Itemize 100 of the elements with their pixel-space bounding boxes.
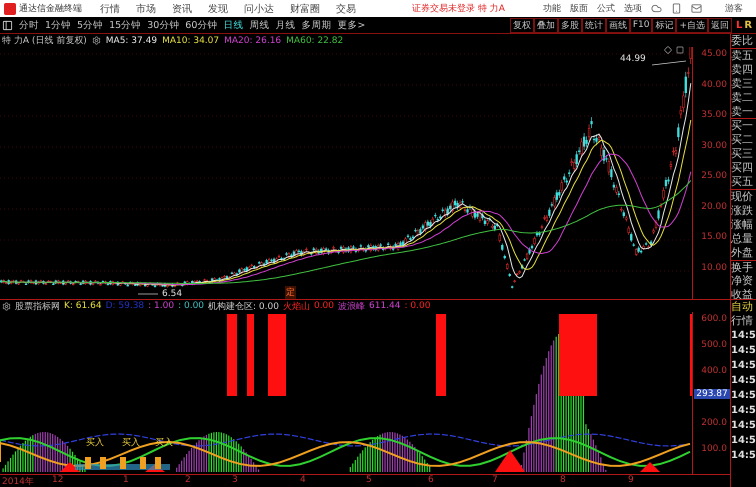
quote-label: 卖五 — [731, 48, 754, 63]
trade-time: 14:5 — [731, 389, 756, 403]
tool-button[interactable]: 叠加 — [534, 18, 558, 32]
indicator-value: : 0.00 — [178, 301, 204, 311]
trade-time: 14:5 — [731, 434, 756, 448]
quote-label: 总量 — [731, 232, 754, 246]
date-label: 8 — [560, 475, 566, 485]
tool-button[interactable]: +自选 — [676, 18, 708, 32]
menu-item[interactable]: 发现 — [208, 2, 228, 16]
trade-time: 14:5 — [731, 344, 756, 358]
tool-button[interactable]: 统计 — [582, 18, 606, 32]
quote-label: 现价 — [731, 190, 754, 204]
trade-time: 14:5 — [731, 359, 756, 373]
quote-label: 委比 — [731, 34, 756, 49]
event-marker[interactable]: 定 — [285, 286, 296, 299]
trade-time: 14:5 — [731, 449, 756, 463]
price-tick: 45.00 — [701, 49, 727, 59]
tool-button[interactable]: 返回 — [708, 18, 732, 32]
ma-value: MA60: 22.82 — [286, 36, 344, 46]
ma-value: MA5: 37.49 — [106, 36, 158, 46]
trade-time: 14:5 — [731, 329, 756, 343]
tool-button[interactable]: 多股 — [558, 18, 582, 32]
date-label: 7 — [492, 475, 498, 485]
indicator-name: 股票指标网 — [15, 300, 60, 312]
app-name: 通达信金融终端 — [19, 2, 82, 15]
date-label: 2014年 — [2, 476, 34, 487]
menu-item[interactable]: 市场 — [136, 2, 156, 16]
quote-label: 涨跌 — [731, 204, 754, 218]
date-label: 5 — [366, 475, 372, 485]
price-tick: 25.00 — [701, 171, 727, 182]
menu-item[interactable]: 财富圈 — [290, 2, 320, 16]
tool-button[interactable]: F10 — [630, 18, 652, 32]
price-tick: 30.00 — [701, 140, 727, 151]
period-tab[interactable]: 15分钟 — [109, 18, 142, 32]
quote-label: 涨幅 — [731, 218, 754, 232]
date-label: 3 — [232, 475, 238, 485]
period-tab[interactable]: 月线 — [275, 18, 296, 32]
date-label: 9 — [628, 475, 634, 485]
ma-value: MA20: 26.16 — [224, 36, 282, 46]
trade-time: 14:5 — [731, 419, 756, 433]
indicator-tick: 100.0 — [701, 444, 727, 454]
price-tick: 40.00 — [701, 80, 727, 90]
indicator-tick: 200.0 — [701, 418, 727, 428]
period-tab[interactable]: 5分钟 — [77, 18, 104, 32]
tool-button[interactable]: 标记 — [652, 18, 676, 32]
quote-label: 买三 — [731, 147, 754, 162]
mode-label[interactable]: 自动 — [731, 300, 756, 314]
price-tick: 15.00 — [701, 232, 727, 242]
date-label: 6 — [428, 475, 434, 485]
date-label: 4 — [300, 475, 306, 485]
menu-item[interactable]: 资讯 — [172, 2, 192, 16]
menu-item[interactable]: 问小达 — [244, 2, 274, 16]
quote-label: 买二 — [731, 133, 754, 148]
period-tab[interactable]: 更多> — [337, 18, 366, 32]
period-tab[interactable]: 60分钟 — [185, 18, 218, 32]
indicator-value: 火焰山 — [282, 300, 310, 312]
current-value-badge: 293.87 — [694, 389, 730, 399]
period-tab[interactable]: 多周期 — [301, 18, 332, 32]
high-price-label: 44.99 — [620, 54, 646, 64]
level-badge-letter: R — [744, 20, 752, 30]
period-tab[interactable]: 日线 — [223, 18, 244, 32]
indicator-value: K: 61.64 — [64, 301, 102, 311]
buy-signal-label: 买入 — [155, 436, 173, 449]
indicator-value: 0.00 — [314, 301, 334, 311]
level-badge-letter: L — [736, 20, 742, 30]
period-tab[interactable]: 30分钟 — [147, 18, 180, 32]
indicator-value: D: 59.38 — [106, 301, 144, 311]
indicator-tick: 400.0 — [701, 366, 727, 376]
price-tick: 20.00 — [701, 202, 727, 212]
period-tab[interactable]: 周线 — [249, 18, 270, 32]
quote-label: 收益 — [731, 288, 754, 302]
indicator-value: : 1.00 — [148, 301, 174, 311]
date-label: 1 — [123, 475, 129, 485]
indicator-value: : 0.00 — [404, 301, 430, 311]
price-tick: 10.00 — [701, 263, 727, 273]
menu-item[interactable]: 版面 — [570, 2, 588, 15]
user-name[interactable]: 游客 — [724, 2, 743, 15]
trade-time: 14:5 — [731, 404, 756, 418]
period-tab[interactable]: 1分钟 — [45, 18, 72, 32]
buy-signal-label: 买入 — [122, 436, 140, 449]
tool-button[interactable]: 画线 — [606, 18, 630, 32]
menu-item[interactable]: 行情 — [100, 2, 120, 16]
quote-label: 换手 — [731, 260, 754, 274]
quote-label: 卖一 — [731, 104, 756, 120]
date-label: 2 — [185, 475, 191, 485]
menu-item[interactable]: 选项 — [624, 2, 642, 15]
trade-time: 14:5 — [731, 374, 756, 388]
quote-label: 净资 — [731, 274, 754, 288]
stock-title: 特 力A (日线 前复权) — [2, 34, 87, 47]
period-tab[interactable]: 分时 — [19, 18, 39, 32]
login-status: 证券交易未登录 特 力A — [412, 2, 505, 15]
tool-button[interactable]: 复权 — [510, 18, 534, 32]
menu-item[interactable]: 公式 — [596, 2, 615, 15]
low-price-label: 6.54 — [162, 289, 182, 299]
date-label: 12 — [52, 475, 64, 485]
menu-item[interactable]: 交易 — [336, 2, 356, 16]
quote-label: 买五 — [731, 175, 756, 190]
panel-title: 行情 — [731, 314, 754, 328]
indicator-tick: 500.0 — [701, 340, 727, 350]
menu-item[interactable]: 功能 — [542, 2, 561, 15]
